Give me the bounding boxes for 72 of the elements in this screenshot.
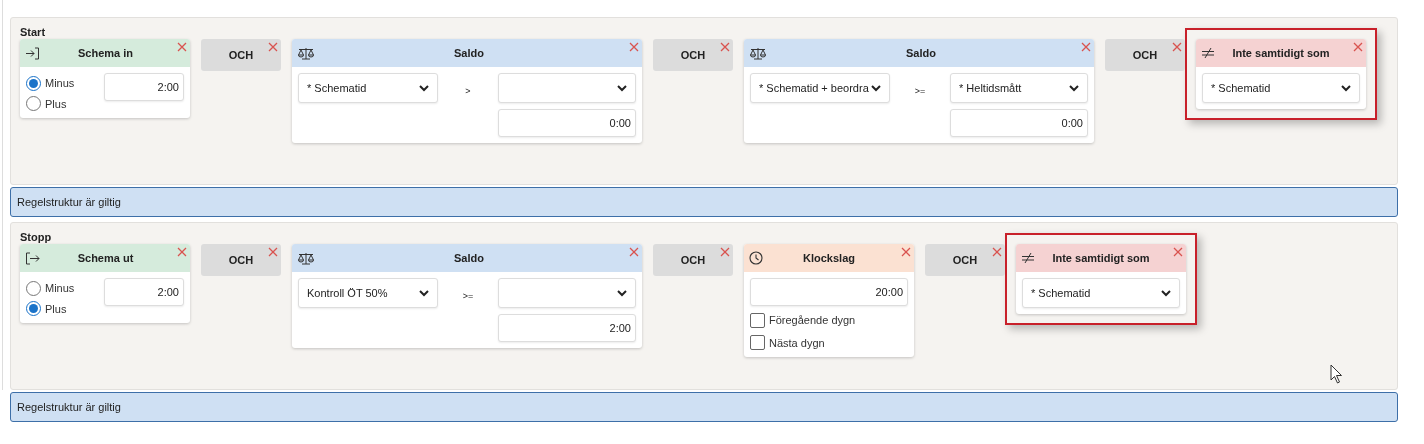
card-title: Saldo — [454, 250, 484, 266]
close-icon[interactable] — [901, 247, 911, 257]
status-bar: Regelstruktur är giltig — [10, 392, 1398, 422]
input-field[interactable]: 0:00 — [498, 109, 636, 137]
block-title: OCH — [680, 47, 706, 63]
cursor-icon — [1330, 364, 1343, 384]
close-icon[interactable] — [268, 247, 278, 257]
radio-label: Plus — [45, 96, 67, 112]
section-title: Start — [20, 25, 47, 39]
section-title: Stopp — [20, 230, 53, 244]
operator-label: >= — [461, 290, 475, 303]
not-equal-icon — [1201, 47, 1215, 59]
radio-label: Minus — [45, 76, 75, 91]
operator-label: > — [464, 85, 472, 98]
scale-icon — [749, 46, 767, 60]
radio-label: Plus — [45, 301, 67, 317]
input-field[interactable]: 2:00 — [104, 73, 184, 101]
checkbox-label: Föregående dygn — [769, 313, 856, 328]
card-title: Inte samtidigt som — [1052, 250, 1150, 266]
operator-label: >= — [913, 85, 927, 98]
close-icon[interactable] — [1353, 42, 1363, 52]
input-field[interactable]: 2:00 — [104, 278, 184, 306]
chevron-icon — [1341, 84, 1351, 92]
dropdown[interactable]: * Schematid + beordra — [750, 73, 890, 103]
chevron-icon — [1161, 289, 1171, 297]
sign-out-icon — [25, 251, 40, 265]
not-equal-icon — [1021, 252, 1035, 264]
close-icon[interactable] — [629, 42, 639, 52]
close-icon[interactable] — [177, 42, 187, 52]
card-title: Schema in — [78, 45, 133, 61]
card-title: Klockslag — [803, 250, 855, 266]
block-title: OCH — [952, 252, 978, 268]
block-title: OCH — [680, 252, 706, 268]
block-title: OCH — [1132, 47, 1158, 63]
close-icon[interactable] — [720, 247, 730, 257]
close-icon[interactable] — [992, 247, 1002, 257]
chevron-icon — [871, 84, 881, 92]
close-icon[interactable] — [268, 42, 278, 52]
chevron-icon — [419, 84, 429, 92]
dropdown[interactable]: * Heltidsmått — [950, 73, 1088, 103]
chevron-icon — [1069, 84, 1079, 92]
block-title: OCH — [228, 252, 254, 268]
sign-in-icon — [25, 46, 40, 60]
card-title: Saldo — [454, 45, 484, 61]
scale-icon — [297, 46, 315, 60]
close-icon[interactable] — [1172, 42, 1182, 52]
card-title: Schema ut — [77, 250, 134, 266]
close-icon[interactable] — [629, 247, 639, 257]
radio-label: Minus — [45, 281, 75, 296]
checkbox[interactable] — [750, 335, 765, 351]
chevron-icon — [419, 289, 429, 297]
close-icon[interactable] — [1081, 42, 1091, 52]
chevron-icon — [617, 84, 627, 92]
close-icon[interactable] — [177, 247, 187, 257]
dropdown[interactable]: * Schematid — [1022, 278, 1180, 308]
chevron-icon — [617, 289, 627, 297]
clock-icon — [749, 251, 763, 265]
checkbox[interactable] — [750, 312, 765, 328]
close-icon[interactable] — [720, 42, 730, 52]
card-title: Saldo — [906, 45, 936, 61]
card-title: Inte samtidigt som — [1232, 45, 1330, 61]
close-icon[interactable] — [1173, 247, 1183, 257]
dropdown[interactable]: * Schematid — [1202, 73, 1360, 103]
checkbox-label: Nästa dygn — [769, 335, 825, 351]
scale-icon — [297, 251, 315, 265]
input-field[interactable]: 0:00 — [950, 109, 1088, 137]
dropdown[interactable]: * Schematid — [298, 73, 438, 103]
status-bar: Regelstruktur är giltig — [10, 187, 1398, 217]
block-title: OCH — [228, 47, 254, 63]
input-field[interactable]: 2:00 — [498, 314, 636, 342]
dropdown[interactable]: Kontroll ÖT 50% — [298, 278, 438, 308]
input-field[interactable]: 20:00 — [750, 278, 908, 306]
